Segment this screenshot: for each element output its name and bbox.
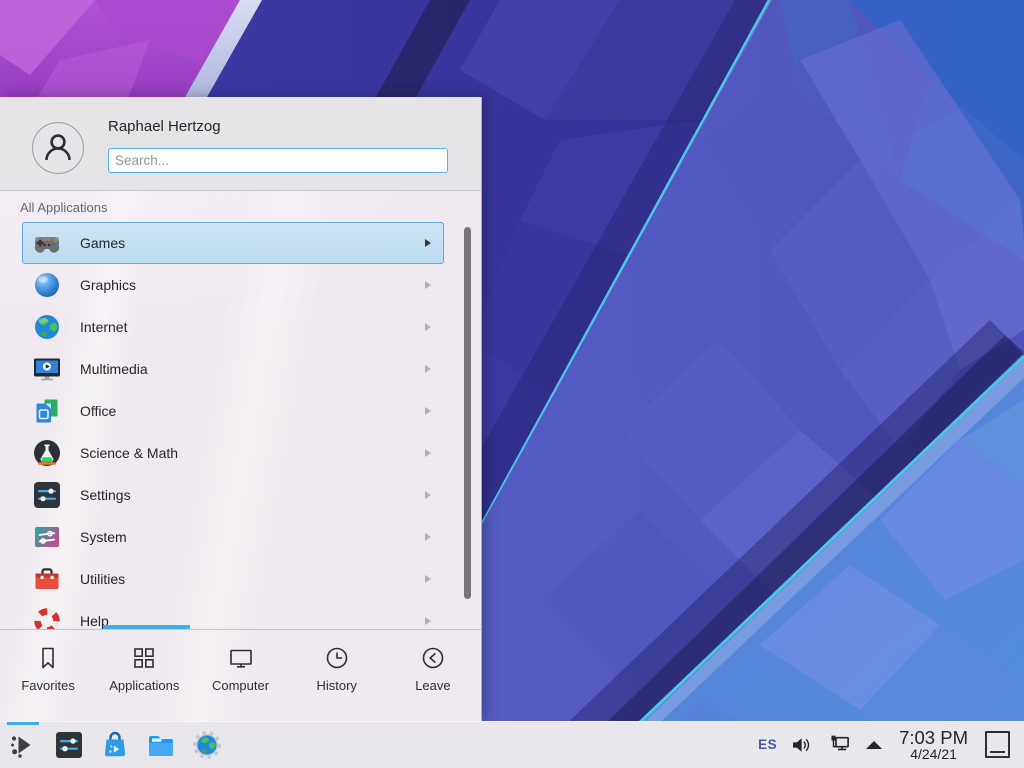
clock-date: 4/24/21 [910,747,957,762]
expand-tray-caret-icon[interactable] [866,741,882,749]
sliders-icon [31,479,63,511]
category-label: Internet [80,319,425,335]
leave-icon [419,644,447,672]
system-tray: ES 7:03 PM 4/24/21 [758,728,1024,762]
tab-computer[interactable]: Computer [192,630,288,721]
sphere-icon [31,269,63,301]
documents-icon [31,395,63,427]
tab-applications[interactable]: Applications [96,630,192,721]
category-row-multimedia[interactable]: Multimedia [22,348,444,390]
category-label: Utilities [80,571,425,587]
menu-tabbar: Favorites Applications C [0,630,481,721]
list-scrollbar[interactable] [464,227,471,599]
tab-history[interactable]: History [289,630,385,721]
submenu-arrow-icon [425,281,431,289]
user-avatar[interactable] [32,122,84,174]
tab-label: Favorites [21,678,74,693]
category-label: Office [80,403,425,419]
system-sliders-icon [31,521,63,553]
tab-label: History [316,678,356,693]
category-row-settings[interactable]: Settings [22,474,444,516]
menu-header: Raphael Hertzog [0,97,481,191]
category-row-games[interactable]: Games [22,222,444,264]
show-desktop-pane-line [990,751,1005,753]
clock-time: 7:03 PM [899,728,968,747]
volume-icon[interactable] [790,733,814,757]
monitor-play-icon [31,353,63,385]
folder-icon [145,729,177,761]
tab-label: Computer [212,678,269,693]
category-label: System [80,529,425,545]
tab-label: Applications [109,678,179,693]
category-label: Games [80,235,425,251]
category-row-graphics[interactable]: Graphics [22,264,444,306]
category-label: Settings [80,487,425,503]
flask-icon [31,437,63,469]
category-label: Multimedia [80,361,425,377]
toolbox-icon [31,563,63,595]
file-manager-button[interactable] [145,729,177,761]
category-row-office[interactable]: Office [22,390,444,432]
category-row-science-math[interactable]: Science & Math [22,432,444,474]
category-label: Science & Math [80,445,425,461]
taskbar-launchers [0,729,223,761]
submenu-arrow-icon [425,323,431,331]
category-list: Games Graphics [0,222,481,630]
lifebuoy-icon [31,605,63,630]
submenu-arrow-icon [425,449,431,457]
discover-bag-icon [99,729,131,761]
tab-leave[interactable]: Leave [385,630,481,721]
system-settings-button[interactable] [53,729,85,761]
tab-favorites[interactable]: Favorites [0,630,96,721]
show-desktop-button[interactable] [985,731,1010,758]
section-label: All Applications [20,200,107,215]
category-row-system[interactable]: System [22,516,444,558]
grid-icon [130,644,158,672]
taskbar: ES 7:03 PM 4/24/21 [0,721,1024,768]
clock-icon [323,644,351,672]
submenu-arrow-icon [425,575,431,583]
digital-clock[interactable]: 7:03 PM 4/24/21 [899,728,968,762]
system-settings-icon [53,729,85,761]
submenu-arrow-icon [425,617,431,625]
globe-icon [31,311,63,343]
tab-label: Leave [415,678,450,693]
wired-network-icon[interactable] [827,732,853,758]
category-row-utilities[interactable]: Utilities [22,558,444,600]
submenu-arrow-icon [425,491,431,499]
discover-button[interactable] [99,729,131,761]
category-row-internet[interactable]: Internet [22,306,444,348]
user-icon [37,127,79,169]
submenu-arrow-icon [425,239,431,247]
application-launcher-button[interactable] [7,729,39,761]
application-launcher-menu: Raphael Hertzog All Applications Games [0,97,482,721]
submenu-arrow-icon [425,365,431,373]
category-row-help[interactable]: Help [22,600,444,630]
category-label: Graphics [80,277,425,293]
submenu-arrow-icon [425,407,431,415]
computer-icon [227,644,255,672]
submenu-arrow-icon [425,533,431,541]
desktop: Raphael Hertzog All Applications Games [0,0,1024,768]
keyboard-layout-indicator[interactable]: ES [758,737,777,752]
gamepad-icon [31,227,63,259]
launcher-active-indicator [7,722,39,725]
kickoff-icon [7,729,39,761]
user-name: Raphael Hertzog [108,118,221,135]
active-tab-indicator [103,625,190,629]
web-browser-button[interactable] [191,729,223,761]
search-input[interactable] [108,148,448,173]
bookmark-icon [34,644,62,672]
globe-gear-icon [191,729,223,761]
